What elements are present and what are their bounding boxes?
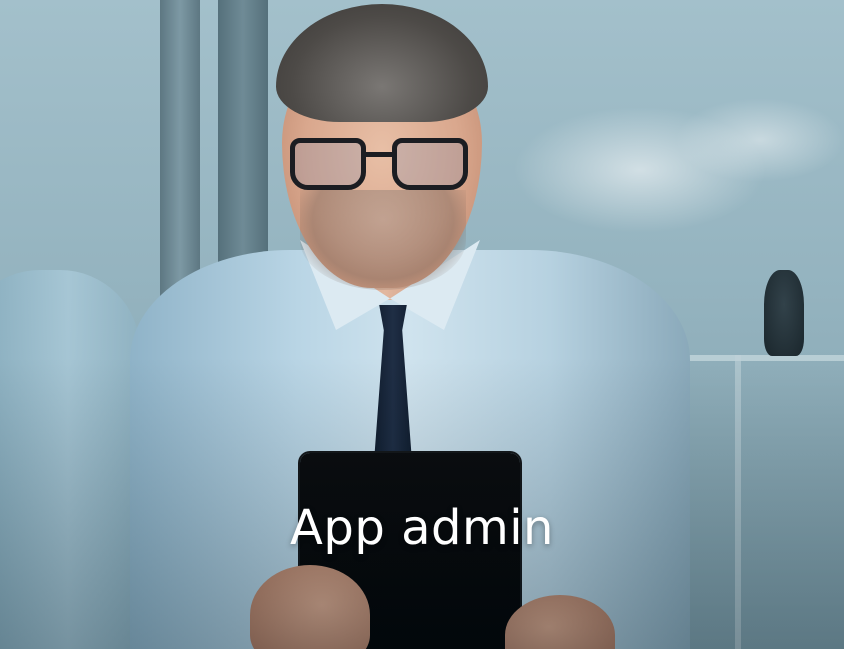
hero-title: App admin — [290, 500, 554, 556]
hero-card[interactable]: App admin — [0, 0, 844, 649]
